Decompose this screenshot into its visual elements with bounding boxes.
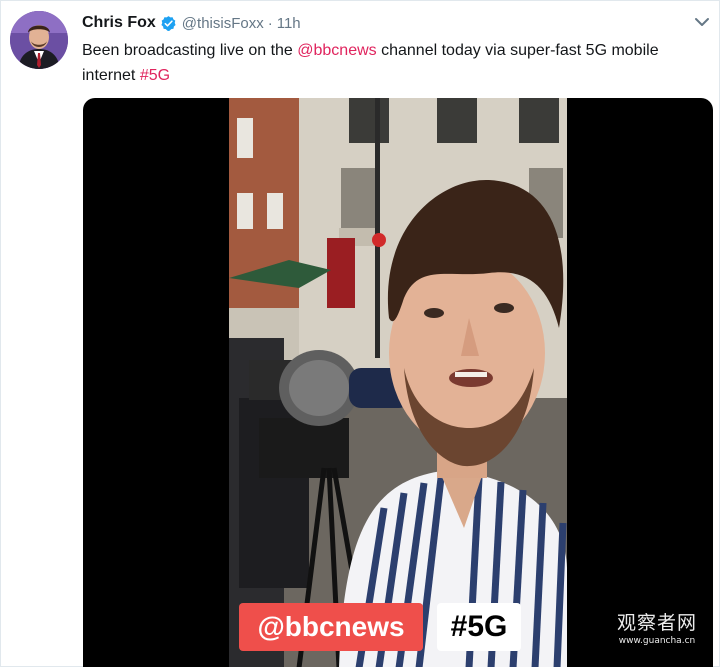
author-name[interactable]: Chris Fox bbox=[82, 14, 156, 32]
video-overlay-hashtag: #5G bbox=[437, 603, 521, 651]
video-player[interactable]: @bbcnews #5G bbox=[83, 98, 713, 667]
avatar-image bbox=[10, 11, 68, 69]
separator-dot: · bbox=[267, 14, 273, 32]
tweet-text: Been broadcasting live on the @bbcnews c… bbox=[82, 38, 712, 88]
watermark-url: www.guancha.cn bbox=[618, 636, 696, 646]
chevron-down-icon[interactable] bbox=[694, 15, 710, 29]
video-frame bbox=[229, 98, 567, 667]
author-handle[interactable]: @thisisFoxx bbox=[182, 15, 264, 32]
tweet-text-part: Been broadcasting live on the bbox=[82, 42, 298, 59]
tweet-header: Chris Fox @thisisFoxx · 11h bbox=[82, 12, 301, 34]
watermark: 观察者网 www.guancha.cn bbox=[607, 611, 707, 647]
mention-link[interactable]: @bbcnews bbox=[297, 42, 376, 59]
tweet-card: Chris Fox @thisisFoxx · 11h Been broadca… bbox=[0, 0, 720, 667]
avatar[interactable] bbox=[10, 11, 68, 69]
video-overlay-mention: @bbcnews bbox=[239, 603, 423, 651]
hashtag-link[interactable]: #5G bbox=[140, 67, 170, 84]
watermark-text: 观察者网 bbox=[616, 612, 697, 634]
timestamp[interactable]: 11h bbox=[277, 15, 301, 32]
verified-badge-icon bbox=[160, 15, 177, 32]
